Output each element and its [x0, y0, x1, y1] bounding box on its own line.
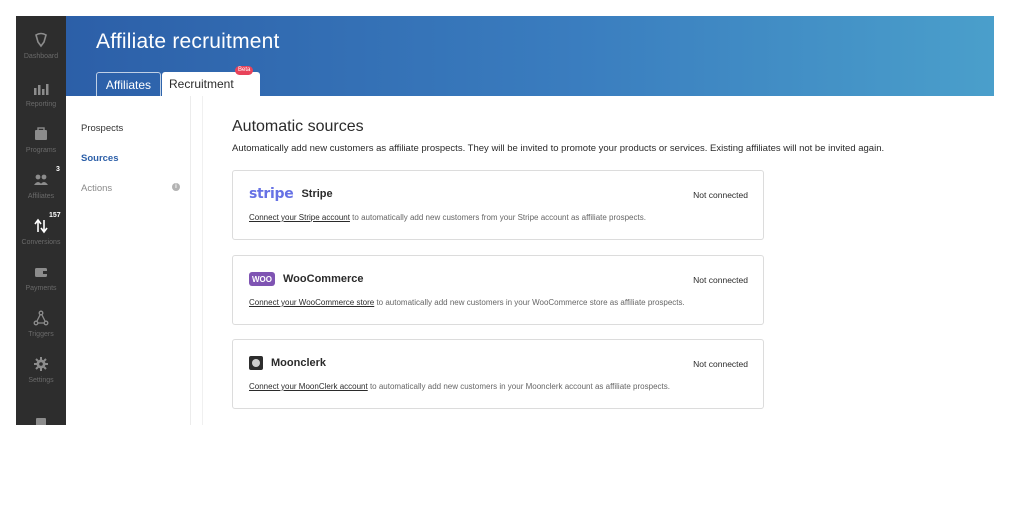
nav-item-programs[interactable]: Programs	[16, 124, 66, 170]
nav-item-settings[interactable]: Settings	[16, 354, 66, 400]
app-window: Dashboard Reporting Programs Affiliates …	[16, 16, 994, 425]
reporting-icon	[31, 78, 51, 98]
source-description-text: to automatically add new customers in yo…	[374, 298, 685, 307]
source-description: Connect your MoonClerk account to automa…	[249, 382, 670, 391]
nav-label: Triggers	[28, 331, 54, 338]
nav-label: Payments	[25, 285, 57, 292]
document-icon	[31, 414, 51, 425]
woocommerce-logo: WOO WooCommerce	[249, 271, 363, 287]
page-header: Affiliate recruitment Affiliates Recruit…	[66, 16, 994, 96]
affiliates-count-badge: 3	[56, 166, 60, 173]
tab-recruitment[interactable]: Recruitment Beta	[162, 66, 260, 96]
source-card-stripe: stripe Stripe Not connected Connect your…	[232, 170, 764, 240]
nav-label: Programs	[25, 147, 57, 154]
subnav-item-sources[interactable]: Sources	[81, 153, 119, 164]
beta-badge: Beta	[235, 66, 254, 75]
source-name: Stripe	[301, 188, 333, 200]
section-description: Automatically add new customers as affil…	[232, 143, 885, 154]
connect-woocommerce-link[interactable]: Connect your WooCommerce store	[249, 298, 374, 307]
connect-stripe-link[interactable]: Connect your Stripe account	[249, 213, 350, 222]
affiliates-icon	[31, 170, 51, 190]
source-name: Moonclerk	[271, 357, 327, 369]
nav-item-affiliates[interactable]: Affiliates 3	[16, 166, 66, 216]
source-card-woocommerce: WOO WooCommerce Not connected Connect yo…	[232, 255, 764, 325]
moonclerk-logo-icon	[249, 356, 263, 370]
source-description: Connect your Stripe account to automatic…	[249, 213, 646, 222]
woocommerce-logo-icon: WOO	[249, 272, 275, 286]
connect-moonclerk-link[interactable]: Connect your MoonClerk account	[249, 382, 368, 391]
connection-status: Not connected	[693, 359, 748, 369]
sub-nav: Prospects Sources Actions i	[66, 96, 191, 425]
dashboard-icon	[31, 30, 51, 50]
source-card-moonclerk: Moonclerk Not connected Connect your Moo…	[232, 339, 764, 409]
left-nav: Dashboard Reporting Programs Affiliates …	[16, 16, 66, 425]
stripe-logo: stripe Stripe	[249, 186, 333, 202]
connection-status: Not connected	[693, 190, 748, 200]
info-icon[interactable]: i	[172, 183, 180, 191]
nav-label: Dashboard	[23, 53, 59, 60]
column-divider	[202, 96, 203, 425]
tab-label: Recruitment	[169, 77, 234, 91]
triggers-icon	[31, 308, 51, 328]
settings-icon	[31, 354, 51, 374]
nav-label: Settings	[28, 377, 54, 384]
source-description: Connect your WooCommerce store to automa…	[249, 298, 685, 307]
nav-item-reporting[interactable]: Reporting	[16, 78, 66, 124]
subnav-item-actions[interactable]: Actions	[81, 183, 112, 194]
tab-affiliates[interactable]: Affiliates	[96, 72, 161, 96]
stripe-logo-icon: stripe	[249, 186, 294, 202]
page-title: Affiliate recruitment	[96, 30, 280, 53]
main-content: Automatic sources Automatically add new …	[232, 96, 992, 425]
nav-label: Conversions	[21, 239, 61, 246]
subnav-item-prospects[interactable]: Prospects	[81, 123, 123, 134]
programs-icon	[31, 124, 51, 144]
tab-label: Affiliates	[105, 77, 152, 92]
conversions-count-badge: 157	[49, 212, 61, 219]
nav-item-dashboard[interactable]: Dashboard	[16, 30, 66, 76]
moonclerk-logo: Moonclerk	[249, 355, 326, 371]
nav-item-triggers[interactable]: Triggers	[16, 308, 66, 354]
source-description-text: to automatically add new customers from …	[349, 213, 646, 222]
section-title: Automatic sources	[232, 118, 364, 135]
nav-item-conversions[interactable]: Conversions 157	[16, 212, 66, 262]
connection-status: Not connected	[693, 275, 748, 285]
nav-item-payments[interactable]: Payments	[16, 262, 66, 308]
source-name: WooCommerce	[283, 273, 364, 285]
nav-label: Affiliates	[27, 193, 55, 200]
nav-item-more[interactable]	[16, 414, 66, 425]
source-description-text: to automatically add new customers in yo…	[367, 382, 670, 391]
conversions-icon	[31, 216, 51, 236]
nav-label: Reporting	[25, 101, 57, 108]
payments-icon	[31, 262, 51, 282]
